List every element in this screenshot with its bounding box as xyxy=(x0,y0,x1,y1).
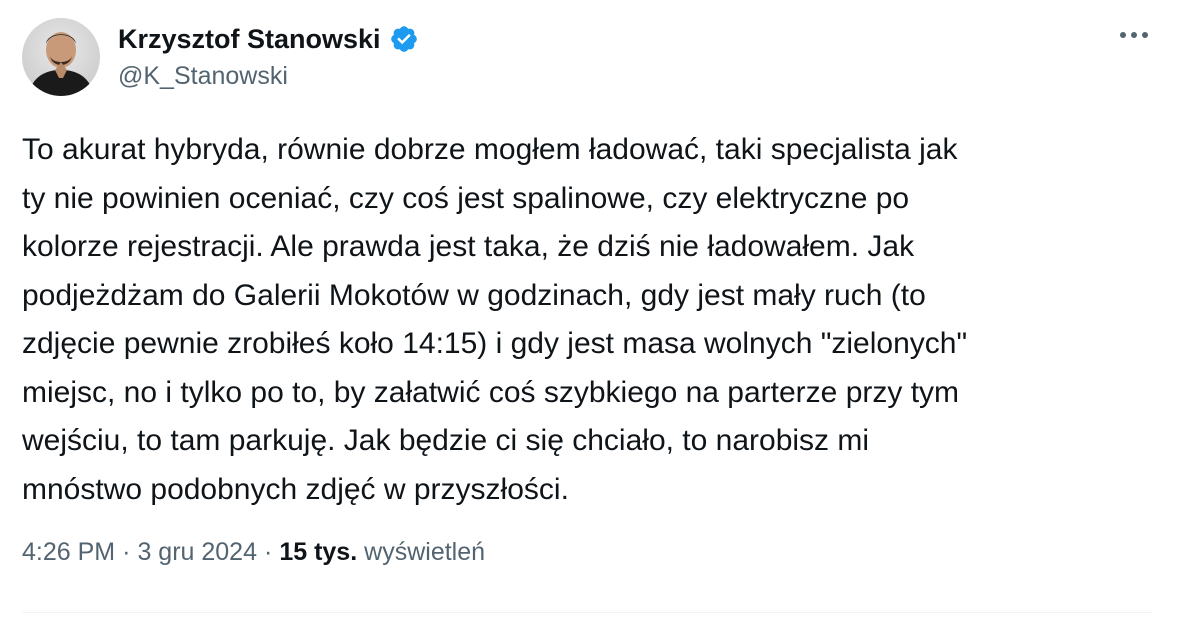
author-display-name[interactable]: Krzysztof Stanowski xyxy=(118,24,381,55)
tweet-meta: 4:26 PM · 3 gru 2024 · 15 tys. wyświetle… xyxy=(22,538,485,567)
tweet-text: To akurat hybryda, równie dobrze mogłem … xyxy=(22,133,968,506)
views-label: wyświetleń xyxy=(364,538,486,566)
views-count[interactable]: 15 tys. xyxy=(279,538,357,567)
author-name-row: Krzysztof Stanowski xyxy=(118,20,419,58)
verified-badge-icon xyxy=(389,24,419,54)
more-horizontal-icon[interactable] xyxy=(1112,20,1156,50)
divider xyxy=(22,612,1152,613)
meta-separator: · xyxy=(263,538,273,566)
avatar[interactable] xyxy=(22,18,100,96)
tweet-time[interactable]: 4:26 PM xyxy=(22,538,115,567)
author-handle[interactable]: @K_Stanowski xyxy=(118,62,288,91)
meta-separator: · xyxy=(122,538,131,566)
tweet: Krzysztof Stanowski @K_Stanowski To akur… xyxy=(0,0,1192,618)
tweet-date[interactable]: 3 gru 2024 xyxy=(137,538,257,567)
